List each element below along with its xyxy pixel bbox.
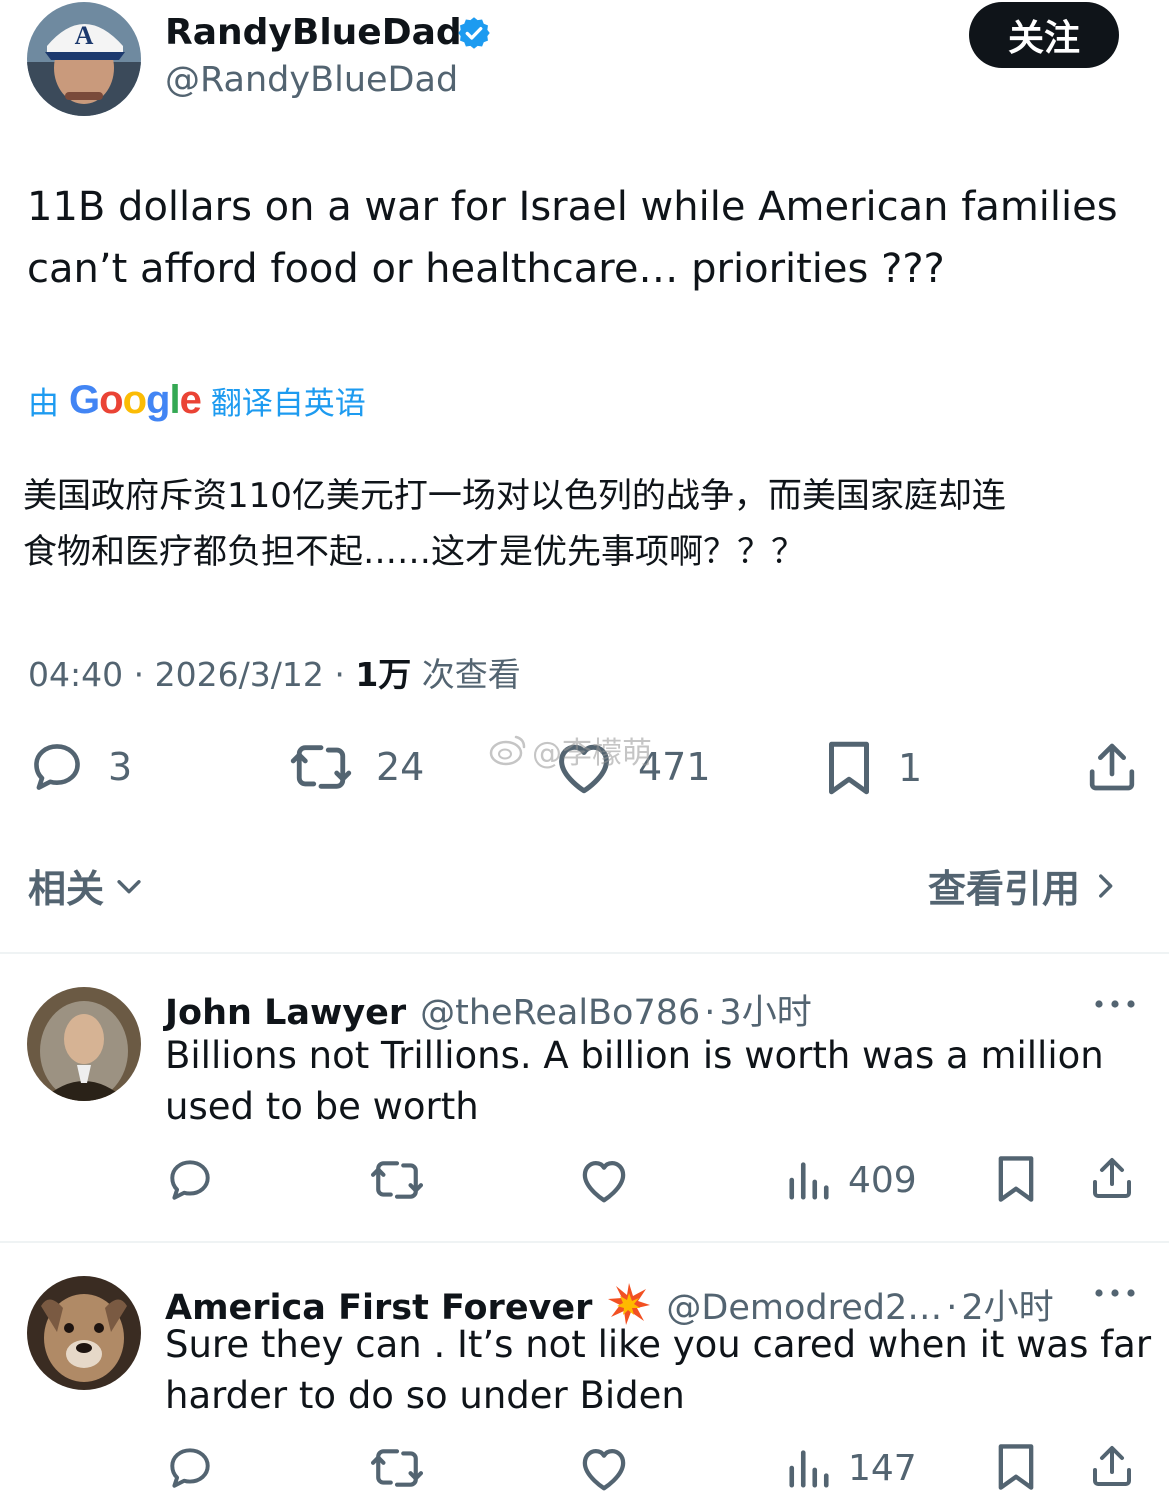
- reply-views-button[interactable]: 147: [786, 1443, 917, 1493]
- author-display-name[interactable]: RandyBlueDad: [165, 12, 462, 53]
- translation-attribution[interactable]: 由 Google 翻译自英语: [28, 378, 366, 423]
- author-avatar[interactable]: A: [27, 2, 141, 116]
- verified-badge-icon: [456, 15, 492, 51]
- reply-author-handle[interactable]: @theRealBo786: [420, 993, 700, 1033]
- tweet-meta: 04:40 · 2026/3/12 · 1万 次查看: [28, 648, 521, 696]
- watermark-text: @李檬萌: [532, 736, 652, 771]
- reply-views-count: 147: [848, 1447, 917, 1489]
- reply-text-line-1: Sure they can . It’s not like you cared …: [165, 1323, 1152, 1366]
- tweet-date[interactable]: 2026/3/12: [155, 655, 324, 694]
- translated-text-line-2: 食物和医疗都负担不起……这才是优先事项啊？？？: [23, 532, 805, 572]
- reply-text-line-1: Billions not Trillions. A billion is wor…: [165, 1034, 1104, 1077]
- weibo-logo-icon: [489, 735, 526, 766]
- reply-bookmark-button[interactable]: [994, 1441, 1038, 1497]
- bookmark-button[interactable]: 1: [822, 738, 922, 798]
- reply-share-button[interactable]: [1088, 1441, 1136, 1495]
- heart-icon: [582, 1160, 626, 1203]
- collision-emoji-icon: [606, 1281, 652, 1325]
- bookmark-icon: [998, 1156, 1034, 1202]
- follow-button[interactable]: 关注: [969, 2, 1119, 68]
- google-logo-text: Google: [69, 378, 202, 422]
- retweet-icon: [290, 745, 352, 789]
- chevron-down-icon: [117, 879, 141, 893]
- reply-reply-button[interactable]: [165, 1443, 215, 1497]
- reply-share-button[interactable]: [1088, 1153, 1136, 1207]
- reply-like-button[interactable]: [577, 1155, 631, 1209]
- related-label: 相关: [28, 867, 105, 911]
- bookmark-icon: [998, 1444, 1034, 1490]
- tweet-text-line-2: can’t afford food or healthcare… priorit…: [27, 246, 945, 292]
- retweet-count: 24: [376, 745, 425, 789]
- more-icon: [1095, 1289, 1135, 1297]
- reply-bookmark-button[interactable]: [994, 1153, 1038, 1209]
- share-icon: [1093, 1158, 1131, 1198]
- watermark: @李檬萌: [488, 728, 652, 772]
- reply-views-button[interactable]: 409: [786, 1155, 917, 1205]
- retweet-icon: [370, 1161, 424, 1199]
- translated-text-line-1: 美国政府斥资110亿美元打一场对以色列的战争，而美国家庭却连: [23, 476, 1006, 516]
- reply-icon: [170, 1448, 210, 1488]
- author-handle[interactable]: @RandyBlueDad: [165, 60, 458, 100]
- divider: [0, 952, 1169, 954]
- reply-views-count: 409: [848, 1159, 917, 1201]
- reply-text-line-2: used to be worth: [165, 1085, 479, 1128]
- divider: [0, 1241, 1169, 1243]
- reply-retweet-button[interactable]: [369, 1155, 425, 1209]
- reply-like-button[interactable]: [577, 1443, 631, 1497]
- separator: ·: [704, 993, 716, 1033]
- chevron-right-icon: [1099, 873, 1113, 898]
- views-label: 次查看: [421, 655, 521, 694]
- translate-suffix: 翻译自英语: [210, 386, 366, 422]
- share-icon: [1093, 1446, 1131, 1486]
- share-button[interactable]: [1084, 738, 1140, 800]
- view-quotes-link[interactable]: 查看引用: [928, 858, 1122, 913]
- retweet-button[interactable]: 24: [288, 738, 424, 796]
- more-icon: [1095, 1000, 1135, 1008]
- separator: ·: [334, 655, 345, 694]
- view-quotes-label: 查看引用: [928, 867, 1081, 911]
- reply-avatar[interactable]: [27, 987, 141, 1101]
- google-logo: Google: [69, 378, 202, 423]
- share-icon: [1089, 743, 1135, 791]
- reply-time[interactable]: 3小时: [719, 984, 811, 1035]
- retweet-icon: [370, 1449, 424, 1487]
- views-chart-icon: [789, 1450, 829, 1488]
- separator: ·: [133, 655, 145, 694]
- related-dropdown[interactable]: 相关: [28, 858, 146, 913]
- reply-count: 3: [108, 745, 133, 789]
- tweet-time[interactable]: 04:40: [28, 655, 123, 694]
- views-chart-icon: [789, 1162, 829, 1200]
- reply-author-name[interactable]: America First Forever: [165, 1288, 592, 1328]
- reply-icon: [34, 744, 80, 790]
- reply-header: America First Forever @Demodred2… · 2小时: [165, 1273, 1054, 1330]
- reply-author-handle[interactable]: @Demodred2…: [666, 1288, 942, 1328]
- reply-reply-button[interactable]: [165, 1155, 215, 1209]
- bookmark-icon: [829, 741, 869, 795]
- reply-avatar[interactable]: [27, 1276, 141, 1390]
- separator: ·: [946, 1288, 958, 1328]
- reply-retweet-button[interactable]: [369, 1443, 425, 1497]
- reply-author-name[interactable]: John Lawyer: [165, 993, 406, 1033]
- reply-icon: [170, 1160, 210, 1200]
- reply-text-line-2: harder to do so under Biden: [165, 1374, 685, 1417]
- heart-icon: [582, 1448, 626, 1491]
- svg-text:A: A: [75, 21, 94, 50]
- more-options-button[interactable]: [1092, 1283, 1138, 1307]
- translate-prefix: 由: [28, 386, 59, 422]
- more-options-button[interactable]: [1092, 994, 1138, 1018]
- tweet-text-line-1: 11B dollars on a war for Israel while Am…: [27, 184, 1118, 230]
- bookmark-count: 1: [898, 746, 923, 790]
- reply-button[interactable]: 3: [28, 738, 132, 796]
- reply-header: John Lawyer @theRealBo786 · 3小时: [165, 984, 812, 1035]
- views-count: 1万: [355, 655, 412, 694]
